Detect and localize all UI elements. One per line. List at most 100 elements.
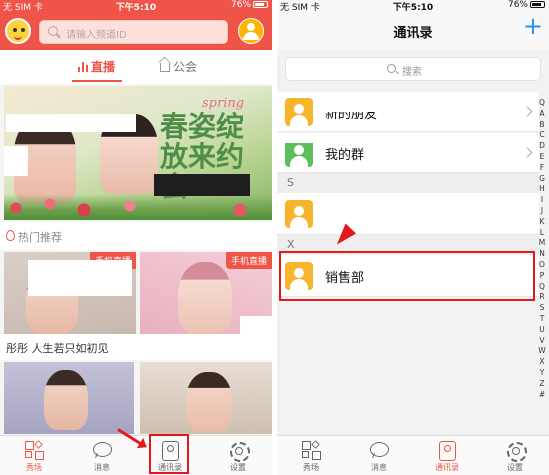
index-letter[interactable]: E xyxy=(537,152,547,163)
index-letter[interactable]: T xyxy=(537,314,547,325)
tab-messages[interactable]: 消息 xyxy=(82,440,122,473)
streamer-image xyxy=(44,370,88,430)
tab-guild[interactable]: 公会 xyxy=(160,58,197,75)
live-card[interactable] xyxy=(140,362,272,434)
card-caption: 彤彤 人生若只如初见 xyxy=(6,342,109,355)
streamer-image xyxy=(186,372,232,432)
redaction-block xyxy=(28,260,132,296)
user-icon xyxy=(285,98,313,126)
tab-showroom[interactable]: 秀场 xyxy=(14,440,54,473)
alphabet-index[interactable]: Q A B C D E F G H I J K L M N O P Q R S T U V W X Y Z # xyxy=(537,98,547,400)
redaction-block xyxy=(317,92,467,112)
list-item-my-groups[interactable]: 我的群 xyxy=(277,133,539,173)
tab-messages-label: 消息 xyxy=(371,463,387,472)
index-letter[interactable]: V xyxy=(537,336,547,347)
grid-icon xyxy=(24,440,44,460)
carrier-label: 无 SIM 卡 xyxy=(3,3,43,13)
battery-percent: 76% xyxy=(507,0,528,10)
tab-settings[interactable]: 设置 xyxy=(495,440,535,473)
contacts-header: 无 SIM 卡 下午5:10 76% 通讯录 + xyxy=(277,0,549,50)
tab-showroom[interactable]: 秀场 xyxy=(291,440,331,473)
status-time: 下午5:10 xyxy=(115,3,157,13)
contact-avatar-icon xyxy=(285,200,313,228)
index-letter[interactable]: B xyxy=(537,120,547,131)
index-letter[interactable]: Q xyxy=(537,282,547,293)
index-letter[interactable]: H xyxy=(537,184,547,195)
contacts-search-input[interactable]: 搜索 xyxy=(285,57,541,81)
index-letter[interactable]: W xyxy=(537,346,547,357)
index-letter[interactable]: X xyxy=(537,357,547,368)
battery-indicator: 76% xyxy=(231,0,268,10)
live-card[interactable]: 手机直播 xyxy=(4,252,136,334)
index-letter[interactable]: M xyxy=(537,238,547,249)
battery-icon xyxy=(530,1,545,8)
tab-showroom-label: 秀场 xyxy=(303,463,319,472)
index-letter[interactable]: R xyxy=(537,292,547,303)
index-letter[interactable]: # xyxy=(537,390,547,401)
live-card[interactable] xyxy=(4,362,134,434)
status-bar: 无 SIM 卡 下午5:10 76% xyxy=(277,0,549,13)
hot-recommend-header: 热门推荐 xyxy=(0,222,272,250)
tab-contacts[interactable]: 通讯录 xyxy=(427,440,467,473)
streamer-image xyxy=(178,262,232,334)
index-letter[interactable]: U xyxy=(537,325,547,336)
tab-contacts-label: 通讯录 xyxy=(435,463,459,472)
index-letter[interactable]: J xyxy=(537,206,547,217)
redaction-block xyxy=(240,316,272,334)
tab-live[interactable]: 直播 xyxy=(78,58,115,75)
sales-dept-highlight-box xyxy=(279,251,535,301)
banner-flowers-decoration xyxy=(4,194,272,220)
contact-row[interactable] xyxy=(277,193,539,235)
app-logo-icon[interactable] xyxy=(5,18,31,44)
right-phone-screen: 无 SIM 卡 下午5:10 76% 通讯录 + 搜索 新的朋友 我的群 S X… xyxy=(277,0,549,475)
user-avatar-icon[interactable] xyxy=(238,18,264,44)
index-letter[interactable]: Z xyxy=(537,379,547,390)
tab-live-label: 直播 xyxy=(91,60,116,74)
section-header-s: S xyxy=(277,173,539,193)
battery-icon xyxy=(253,1,268,8)
status-time: 下午5:10 xyxy=(392,3,434,13)
top-tabs: 直播 公会 xyxy=(0,50,272,84)
left-phone-screen: 无 SIM 卡 下午5:10 76% 请输入频道ID 直播 公会 spring … xyxy=(0,0,272,475)
list-item-label: 我的群 xyxy=(325,148,365,163)
carrier-label: 无 SIM 卡 xyxy=(280,3,320,13)
tab-showroom-label: 秀场 xyxy=(26,463,42,472)
index-letter[interactable]: S xyxy=(537,303,547,314)
add-contact-button[interactable]: + xyxy=(523,14,543,38)
tab-settings[interactable]: 设置 xyxy=(218,440,258,473)
gear-icon xyxy=(505,440,527,462)
index-letter[interactable]: I xyxy=(537,195,547,206)
index-letter[interactable]: L xyxy=(537,228,547,239)
channel-search-input[interactable]: 请输入频道ID xyxy=(39,20,228,44)
chevron-right-icon xyxy=(522,147,533,158)
card-caption-row: 彤彤 人生若只如初见 xyxy=(0,334,272,360)
grid-icon xyxy=(301,440,321,460)
tab-messages[interactable]: 消息 xyxy=(359,440,399,473)
index-letter[interactable]: A xyxy=(537,109,547,120)
house-icon xyxy=(160,63,170,72)
search-placeholder: 搜索 xyxy=(402,67,422,78)
index-letter[interactable]: K xyxy=(537,217,547,228)
index-letter[interactable]: Q xyxy=(537,98,547,109)
battery-percent: 76% xyxy=(230,0,251,10)
index-letter[interactable]: C xyxy=(537,130,547,141)
index-letter[interactable]: F xyxy=(537,163,547,174)
index-letter[interactable]: Y xyxy=(537,368,547,379)
index-letter[interactable]: N xyxy=(537,249,547,260)
index-letter[interactable]: G xyxy=(537,174,547,185)
contacts-icon xyxy=(437,440,457,461)
list-item-new-friends[interactable]: 新的朋友 xyxy=(277,92,539,132)
search-placeholder: 请输入频道ID xyxy=(66,30,127,41)
promo-banner[interactable]: spring 春姿绽放来约会 xyxy=(4,86,272,220)
section-letter: S xyxy=(287,176,294,189)
tab-settings-label: 设置 xyxy=(507,463,523,472)
gear-icon xyxy=(228,440,250,462)
hot-recommend-label: 热门推荐 xyxy=(18,231,62,244)
index-letter[interactable]: P xyxy=(537,271,547,282)
index-letter[interactable]: O xyxy=(537,260,547,271)
live-card[interactable]: 手机直播 xyxy=(140,252,272,334)
section-letter: X xyxy=(287,238,295,251)
mobile-live-badge: 手机直播 xyxy=(225,252,272,269)
redaction-block xyxy=(154,174,250,196)
index-letter[interactable]: D xyxy=(537,141,547,152)
